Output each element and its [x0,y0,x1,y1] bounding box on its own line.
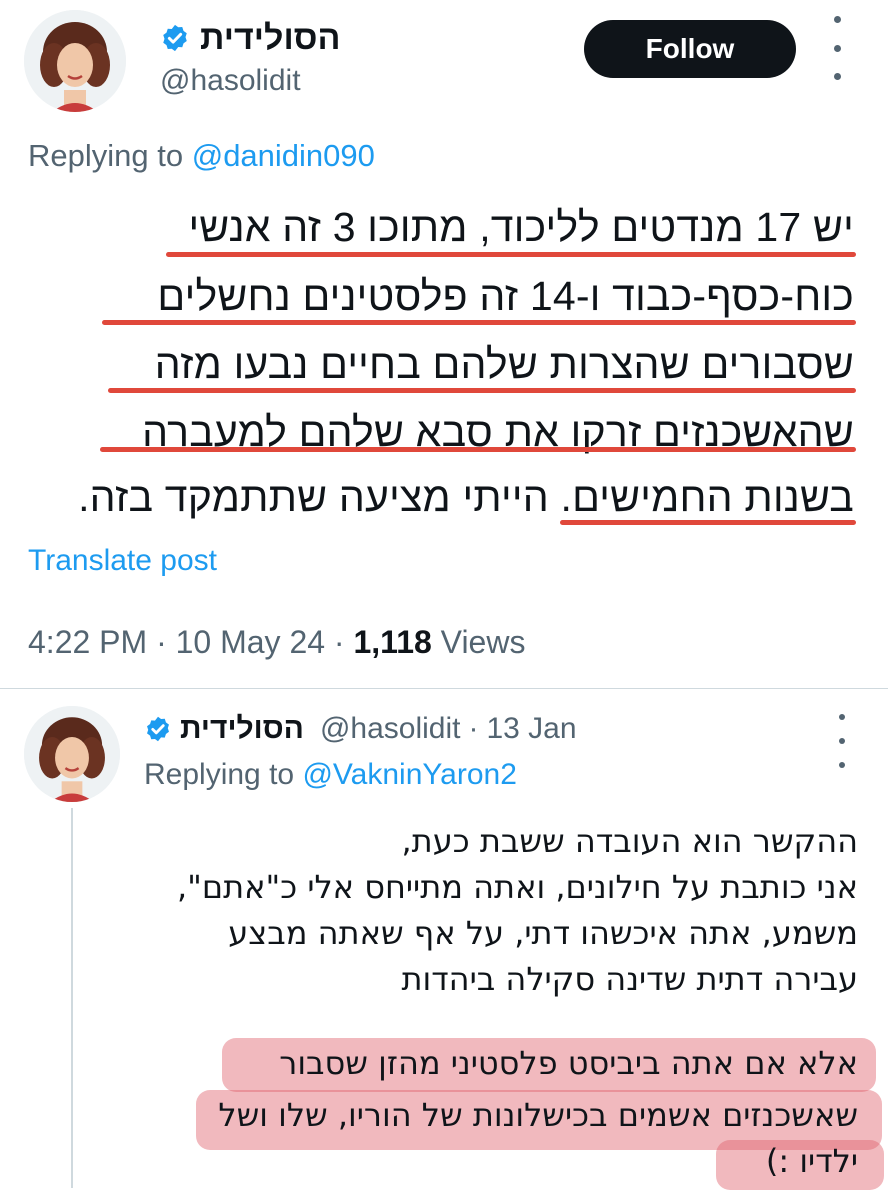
more-options-icon[interactable] [822,16,852,80]
reply-line-4: עבירה דתית שדינה סקילה ביהדות [401,960,858,998]
underline-mark-2 [102,320,856,325]
replying-to: Replying to @danidin090 [28,138,375,173]
reply-line-2: אני כותבת על חילונים, ואתה מתייחס אלי כ"… [176,868,858,906]
author-name[interactable]: הסולידית [200,19,340,58]
avatar-image [24,10,126,112]
verified-badge-icon [147,716,169,742]
tweet-line-1: יש 17 מנדטים לליכוד, מתוכו 3 זה אנשי [188,204,854,250]
underline-mark-1 [166,252,856,257]
divider [0,688,888,689]
reply-more-options-icon[interactable] [830,714,854,768]
author-handle[interactable]: @hasolidit [160,64,301,98]
reply-header: הסולידית @hasolidit · 13 Jan [144,708,577,750]
reply-replying-to: Replying to @VakninYaron2 [144,758,517,791]
reply-date[interactable]: 13 Jan [486,712,576,746]
reply-author-handle[interactable]: @hasolidit [320,712,461,746]
thread-line [71,808,73,1188]
avatar[interactable] [24,10,126,112]
translate-post-link[interactable]: Translate post [28,544,217,578]
reply-highlight-line-1: אלא אם אתה ביביסט פלסטיני מהזן שסבור [279,1044,858,1082]
reply-author-name[interactable]: הסולידית [180,712,304,746]
avatar-image [24,706,120,802]
reply-highlight-line-3: ילדיו :) [765,1142,858,1180]
tweet-date[interactable]: 10 May 24 [176,624,325,660]
views-label: Views [440,624,526,660]
author-name-row: הסולידית [160,16,340,60]
reply-highlight-line-2: שאשכנזים אשמים בכישלונות של הוריו, שלו ו… [218,1096,858,1134]
follow-button[interactable]: Follow [584,20,796,78]
reply-line-1: ההקשר הוא העובדה ששבת כעת, [401,822,858,860]
tweet-line-5: בשנות החמישים. הייתי מציעה שתתמקד בזה. [78,474,854,520]
tweet-time[interactable]: 4:22 PM [28,624,147,660]
tweet-line-2: כוח-כסף-כבוד ו-14 זה פלסטינים נחשלים [157,273,854,319]
reply-avatar[interactable] [24,706,120,802]
underline-mark-3 [108,388,856,393]
verified-badge-icon [163,24,187,52]
tweet-line-3: שסבורים שהצרות שלהם בחיים נבעו מזה [154,341,854,387]
underline-mark-5 [560,520,856,525]
underline-mark-4 [100,447,856,452]
tweet-meta: 4:22 PM · 10 May 24 · 1,118 Views [28,624,526,660]
views-count: 1,118 [353,624,432,660]
reply-line-3: משמע, אתה איכשהו דתי, על אף שאתה מבצע [228,914,858,952]
reply-replying-to-mention[interactable]: @VakninYaron2 [302,758,516,791]
replying-to-mention[interactable]: @danidin090 [192,138,375,173]
